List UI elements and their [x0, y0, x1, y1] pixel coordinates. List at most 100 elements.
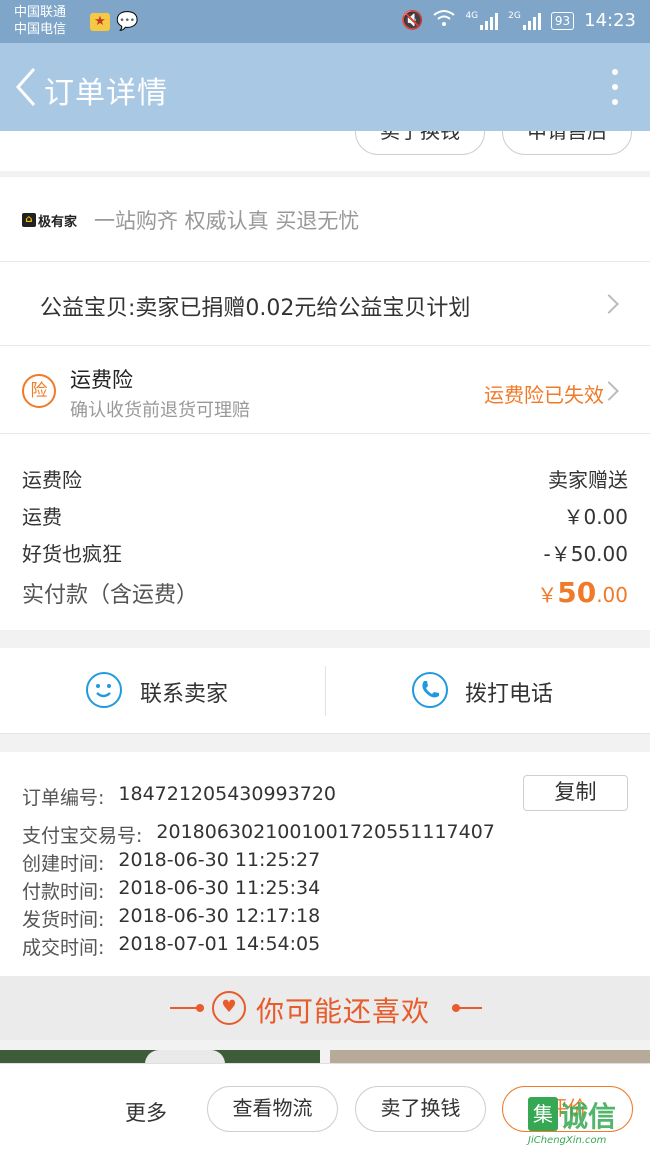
- info-label: 订单编号:: [22, 787, 105, 809]
- recommend-title: 你可能还喜欢: [256, 995, 431, 1028]
- fee-label: 运费险: [22, 468, 82, 492]
- carrier-names: 中国联通 中国电信: [14, 4, 66, 38]
- battery-icon: 93: [550, 11, 575, 30]
- info-label: 发货时间:: [22, 909, 105, 931]
- recommend-header: ♥ 你可能还喜欢: [0, 976, 650, 1040]
- fee-label: 好货也疯狂: [22, 542, 122, 566]
- insurance-status: 运费险已失效: [484, 383, 604, 407]
- insurance-icon: 险: [22, 374, 56, 408]
- top-actions-row: 卖了换钱 申请售后: [0, 131, 650, 171]
- clock: 14:23: [584, 10, 636, 31]
- phone-icon: [412, 672, 448, 708]
- paid-time-row: 付款时间: 2018-06-30 11:25:34: [22, 877, 320, 904]
- fee-value: -￥50.00: [543, 542, 628, 566]
- contact-seller-button[interactable]: 联系卖家: [0, 648, 325, 734]
- site-watermark: 集 诚信 JiChengXin.com: [528, 1097, 646, 1147]
- recommend-thumbnails: [0, 1050, 650, 1064]
- total-amount: ￥50.00: [537, 576, 628, 609]
- info-value: 2018-06-30 11:25:27: [118, 849, 321, 871]
- star-app-icon: ★: [90, 13, 110, 31]
- bottom-action-bar: 更多 查看物流 卖了换钱 评价 集 诚信 JiChengXin.com: [0, 1063, 650, 1155]
- chat-bubble-icon: 💬: [116, 11, 139, 32]
- fee-value: ￥0.00: [563, 505, 628, 529]
- heart-icon: ♥: [212, 991, 246, 1025]
- contact-seller-label: 联系卖家: [140, 682, 229, 707]
- shipping-insurance-row[interactable]: 险 运费险 确认收货前退货可理赔 运费险已失效: [0, 345, 650, 433]
- brand-banner[interactable]: ⌂ 极有家 一站购齐 权威认真 买退无忧: [0, 177, 650, 261]
- info-label: 创建时间:: [22, 853, 105, 875]
- decor-dot: [196, 1004, 204, 1012]
- sell-button[interactable]: 卖了换钱: [355, 1086, 486, 1132]
- insurance-title: 运费险: [70, 368, 133, 392]
- created-time-row: 创建时间: 2018-06-30 11:25:27: [22, 849, 320, 876]
- title-bar: 订单详情: [0, 43, 650, 131]
- info-label: 支付宝交易号:: [22, 825, 143, 847]
- carrier-2: 中国电信: [14, 22, 67, 37]
- info-value: 2018-06-30 12:17:18: [118, 905, 321, 927]
- chevron-right-icon: [599, 294, 619, 314]
- sell-button-top[interactable]: 卖了换钱: [355, 131, 485, 155]
- charity-row[interactable]: 公益宝贝:卖家已捐赠0.02元给公益宝贝计划: [0, 261, 650, 345]
- fee-value: 卖家赠送: [548, 468, 628, 492]
- brand-logo: ⌂ 极有家: [22, 211, 78, 230]
- charity-text: 公益宝贝:卖家已捐赠0.02元给公益宝贝计划: [40, 296, 471, 321]
- signal-2-icon: 2G: [508, 10, 541, 30]
- back-button[interactable]: [8, 63, 48, 111]
- more-options-button[interactable]: [610, 69, 620, 105]
- total-decimal: .00: [596, 583, 628, 607]
- product-thumbnail[interactable]: [330, 1050, 650, 1064]
- brand-slogan: 一站购齐 权威认真 买退无忧: [94, 209, 360, 233]
- dot-icon: [612, 84, 618, 90]
- after-sale-button[interactable]: 申请售后: [502, 131, 632, 155]
- network-type-2: 2G: [508, 10, 521, 21]
- home-icon: ⌂: [22, 213, 36, 227]
- dot-icon: [612, 69, 618, 75]
- contact-bar: 联系卖家 拨打电话: [0, 648, 650, 734]
- product-thumbnail[interactable]: [0, 1050, 320, 1064]
- mute-icon: 🔇: [401, 10, 424, 31]
- watermark-text: 诚信: [560, 1100, 617, 1133]
- view-logistics-button[interactable]: 查看物流: [207, 1086, 338, 1132]
- call-phone-button[interactable]: 拨打电话: [326, 648, 650, 734]
- smile-chat-icon: [86, 672, 122, 708]
- shipped-time-row: 发货时间: 2018-06-30 12:17:18: [22, 905, 320, 932]
- watermark-logo-icon: 集: [528, 1097, 558, 1131]
- total-label: 实付款（含运费）: [22, 583, 199, 608]
- total-row: 实付款（含运费） ￥50.00: [22, 576, 628, 609]
- copy-button[interactable]: 复制: [523, 775, 628, 811]
- info-label: 付款时间:: [22, 881, 105, 903]
- info-value: 2018063021001001720551117407: [156, 821, 495, 843]
- status-bar: 中国联通 中国电信 ★ 💬 🔇 4G 2G 93 14:23: [0, 0, 650, 43]
- carrier-1: 中国联通: [14, 5, 67, 20]
- info-value: 2018-06-30 11:25:34: [118, 877, 321, 899]
- insurance-subtitle: 确认收货前退货可理赔: [70, 400, 250, 421]
- thumbnail-detail: [145, 1050, 225, 1064]
- info-value: 184721205430993720: [118, 783, 336, 805]
- fee-row: 运费 ￥0.00: [22, 501, 628, 530]
- fee-row: 好货也疯狂 -￥50.00: [22, 538, 628, 567]
- completed-time-row: 成交时间: 2018-07-01 14:54:05: [22, 933, 320, 960]
- wifi-icon: [433, 9, 456, 32]
- order-info: 订单编号: 184721205430993720 复制 支付宝交易号: 2018…: [0, 752, 650, 976]
- call-phone-label: 拨打电话: [465, 682, 554, 707]
- fee-row: 运费险 卖家赠送: [22, 464, 628, 493]
- fee-label: 运费: [22, 505, 62, 529]
- currency-symbol: ￥: [537, 583, 558, 607]
- brand-name: 极有家: [38, 214, 78, 230]
- fee-summary: 运费险 卖家赠送 运费 ￥0.00 好货也疯狂 -￥50.00 实付款（含运费）…: [0, 433, 650, 630]
- page-title: 订单详情: [44, 76, 168, 111]
- alipay-trade-row: 支付宝交易号: 2018063021001001720551117407: [22, 821, 495, 848]
- info-value: 2018-07-01 14:54:05: [118, 933, 321, 955]
- system-status: 🔇 4G 2G 93 14:23: [401, 9, 636, 32]
- network-type-1: 4G: [465, 10, 479, 21]
- order-number-row: 订单编号: 184721205430993720: [22, 783, 336, 810]
- chevron-left-icon: [15, 68, 36, 106]
- signal-1-icon: 4G: [465, 10, 499, 30]
- more-link[interactable]: 更多: [125, 1097, 167, 1127]
- info-label: 成交时间:: [22, 937, 105, 959]
- dot-icon: [612, 99, 618, 105]
- watermark-url: JiChengXin.com: [528, 1135, 607, 1146]
- total-integer: 50: [557, 576, 597, 609]
- notification-icons: ★ 💬: [90, 11, 139, 32]
- decor-line: [452, 1007, 482, 1009]
